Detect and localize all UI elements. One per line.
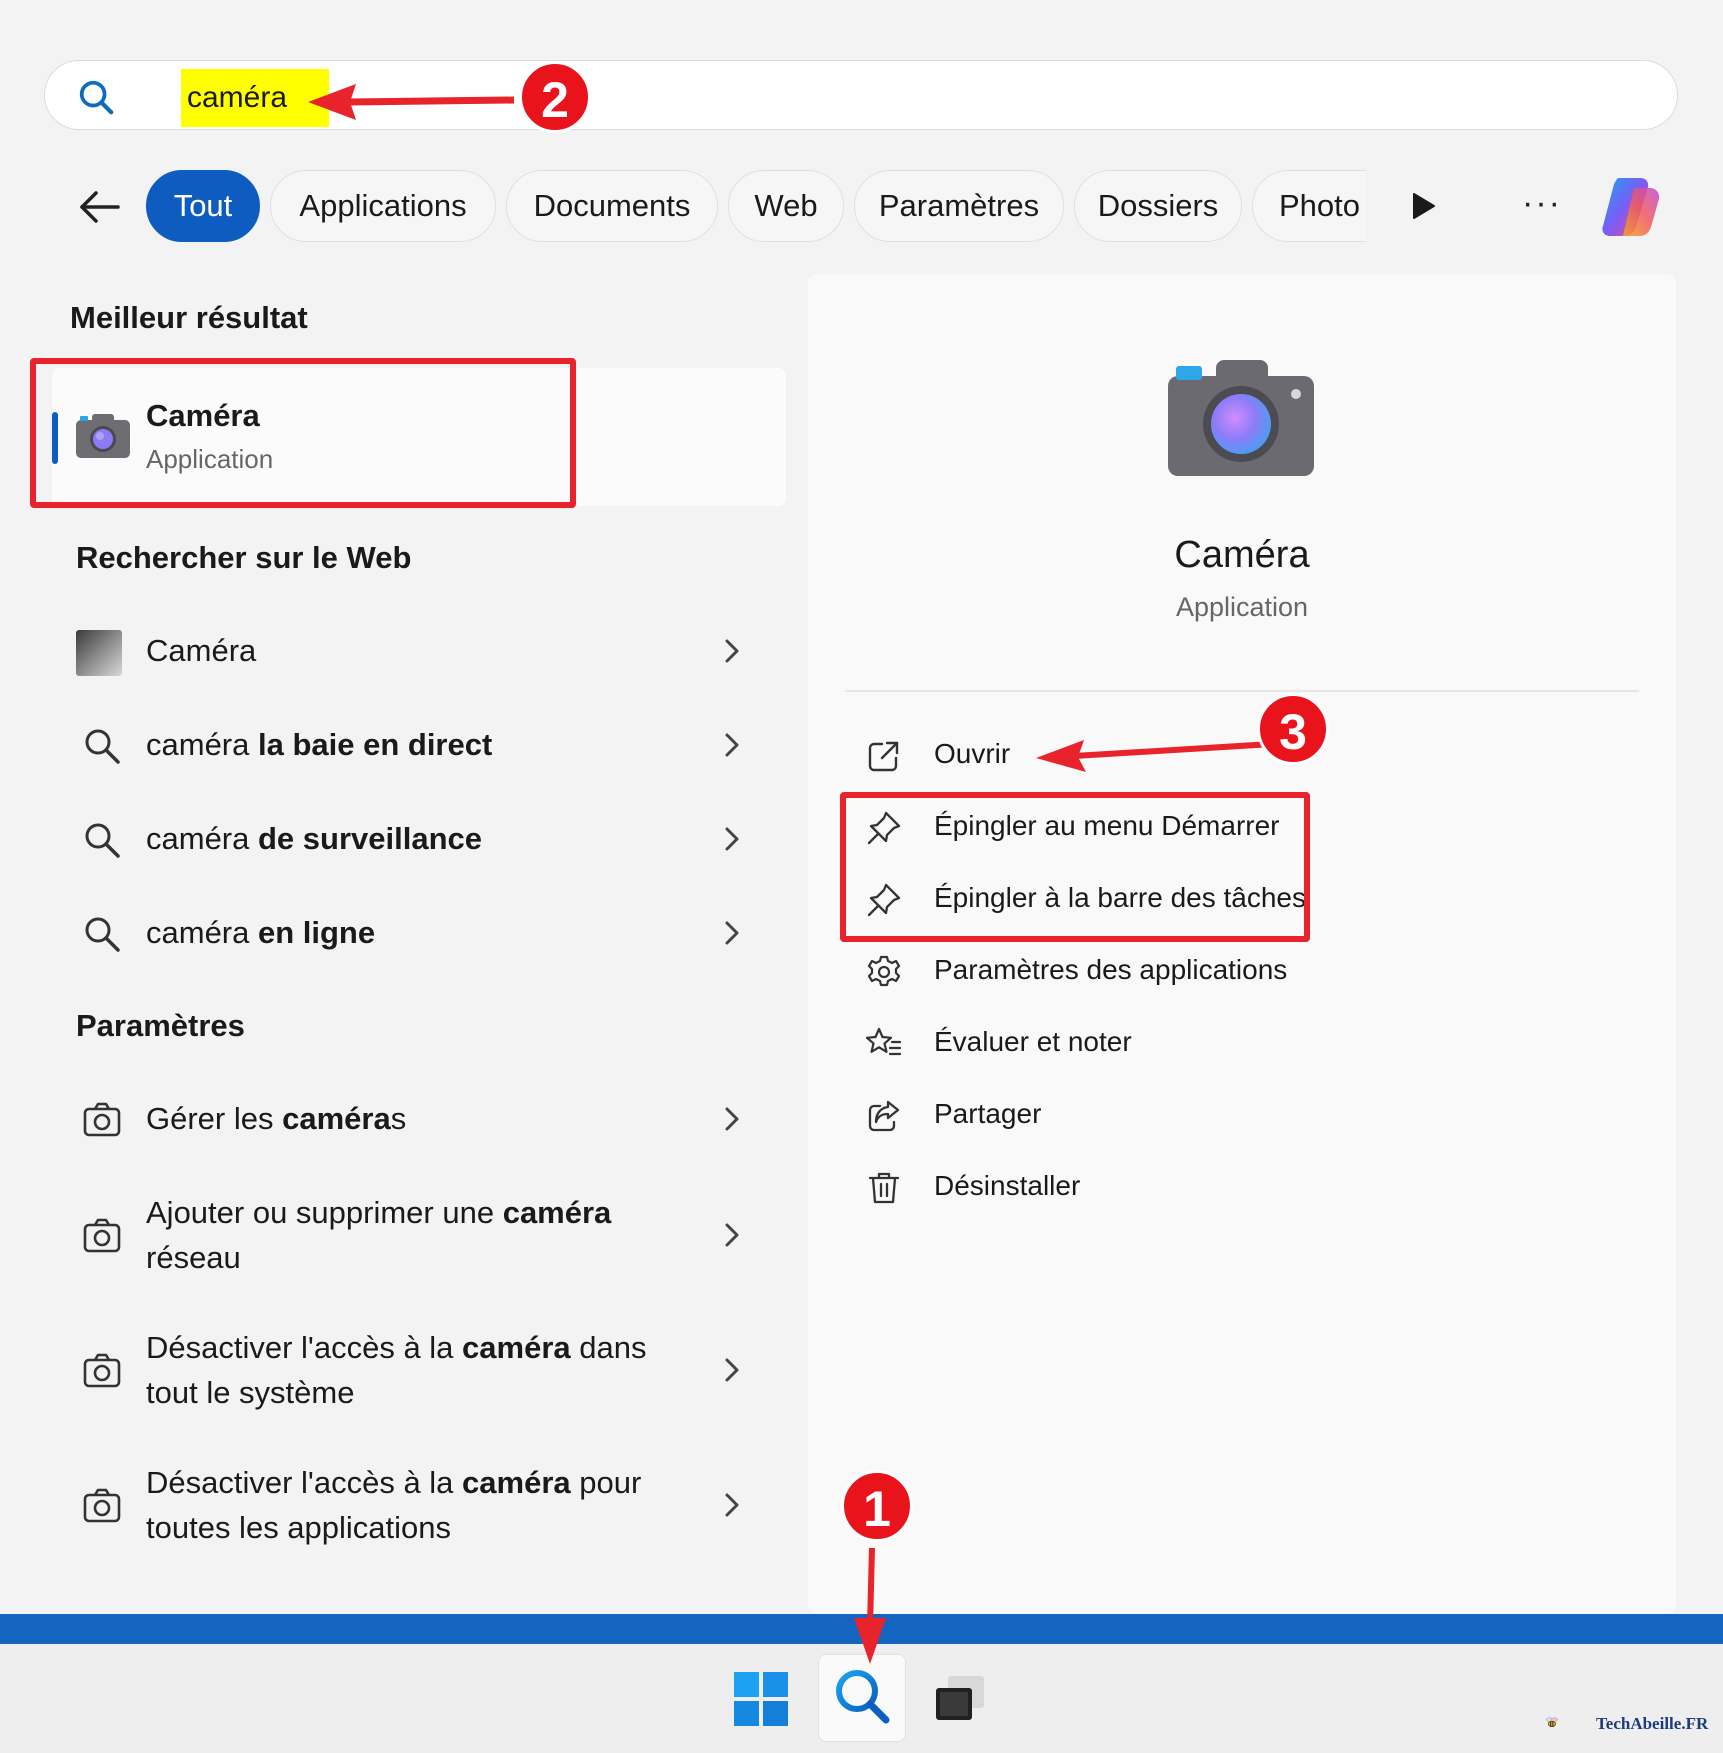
chevron-right-icon [725,1358,739,1382]
tab-dossiers[interactable]: Dossiers [1074,170,1242,242]
action-uninstall[interactable]: Désinstaller [866,1164,1566,1216]
annotation-arrow-1 [854,1547,886,1664]
tab-tout[interactable]: Tout [146,170,260,242]
chevron-right-icon [725,1107,739,1131]
camera-outline-icon [83,1353,121,1388]
search-icon [85,823,120,858]
chevron-right-icon [725,1223,739,1247]
settings-result-label: Désactiver l'accès à la caméra dans tout… [146,1330,647,1410]
details-title: Caméra [1174,534,1310,576]
settings-result-item[interactable]: Désactiver l'accès à la caméra dans tout… [60,1325,760,1415]
settings-heading: Paramètres [76,1008,245,1043]
camera-outline-icon [83,1102,121,1137]
web-result-item[interactable]: caméra la baie en direct [60,722,760,768]
web-result-item[interactable]: caméra de surveillance [60,816,760,862]
tab-photo[interactable]: Photo [1252,170,1366,242]
annotation-badge-3: 3 [1257,693,1329,765]
annotation-arrow-3 [1036,740,1273,772]
chevron-right-icon [725,827,739,851]
star-list-icon [866,1027,902,1056]
techabeille-bee-logo [1546,1717,1558,1727]
action-share[interactable]: Partager [866,1092,1566,1144]
search-bar[interactable]: caméra [44,60,1678,130]
web-result-item[interactable]: Caméra [60,628,760,676]
web-result-thumbnail [76,630,122,676]
search-icon [85,729,120,764]
settings-result-label: Ajouter ou supprimer une caméra réseau [146,1195,612,1275]
chevron-right-icon [725,921,739,945]
windows-start-icon[interactable] [734,1672,788,1726]
details-subtitle: Application [1175,592,1309,622]
more-options-button[interactable]: ··· [1522,184,1562,223]
web-search-heading: Rechercher sur le Web [76,540,412,575]
settings-result-item[interactable]: Désactiver l'accès à la caméra pour tout… [60,1460,760,1550]
annotation-highlight-pin-actions [840,792,1310,942]
settings-result-label: Gérer les caméras [146,1101,407,1136]
annotation-arrow-2 [308,84,515,120]
search-icon [79,80,114,115]
details-divider [845,690,1639,692]
web-result-label: Caméra [146,633,257,668]
annotation-badge-1: 1 [841,1470,913,1542]
settings-result-item[interactable]: Ajouter ou supprimer une caméra réseau [60,1190,760,1280]
tab-parametres[interactable]: Paramètres [854,170,1064,242]
back-arrow-icon[interactable] [74,182,124,232]
action-rate[interactable]: Évaluer et noter [866,1020,1566,1072]
settings-result-item[interactable]: Gérer les caméras [60,1096,760,1142]
action-label: Désinstaller [934,1170,1081,1201]
filter-tabs: Tout Applications Documents Web Paramètr… [0,170,1723,242]
settings-result-label: Désactiver l'accès à la caméra pour tout… [146,1465,642,1545]
open-external-icon [868,741,899,772]
web-result-label: caméra la baie en direct [146,727,493,762]
action-label: Évaluer et noter [934,1026,1132,1057]
camera-app-large-icon [1168,360,1314,476]
tab-web[interactable]: Web [728,170,844,242]
action-label: Ouvrir [934,738,1011,769]
annotation-highlight-best-result [30,358,576,508]
search-icon [836,1670,890,1724]
camera-outline-icon [83,1488,121,1523]
task-view-icon[interactable] [932,1670,990,1728]
chevron-right-icon [725,639,739,663]
copilot-icon[interactable] [1594,174,1664,240]
camera-outline-icon [83,1218,121,1253]
action-label: Partager [934,1098,1042,1129]
web-result-label: caméra en ligne [146,915,376,950]
trash-icon [868,1172,900,1204]
gear-icon [867,955,901,987]
scroll-tabs-right-icon[interactable] [1410,192,1436,220]
best-result-heading: Meilleur résultat [70,300,308,335]
annotation-badge-2: 2 [519,61,591,133]
search-icon [85,917,120,952]
action-label: Paramètres des applications [934,954,1288,985]
web-result-label: caméra de surveillance [146,821,482,856]
action-app-settings[interactable]: Paramètres des applications [866,948,1566,1000]
tab-applications[interactable]: Applications [270,170,496,242]
chevron-right-icon [725,733,739,757]
share-icon [868,1100,900,1132]
web-result-item[interactable]: caméra en ligne [60,910,760,956]
chevron-right-icon [725,1493,739,1517]
watermark-text: TechAbeille.FR [1596,1714,1709,1733]
tab-documents[interactable]: Documents [506,170,718,242]
